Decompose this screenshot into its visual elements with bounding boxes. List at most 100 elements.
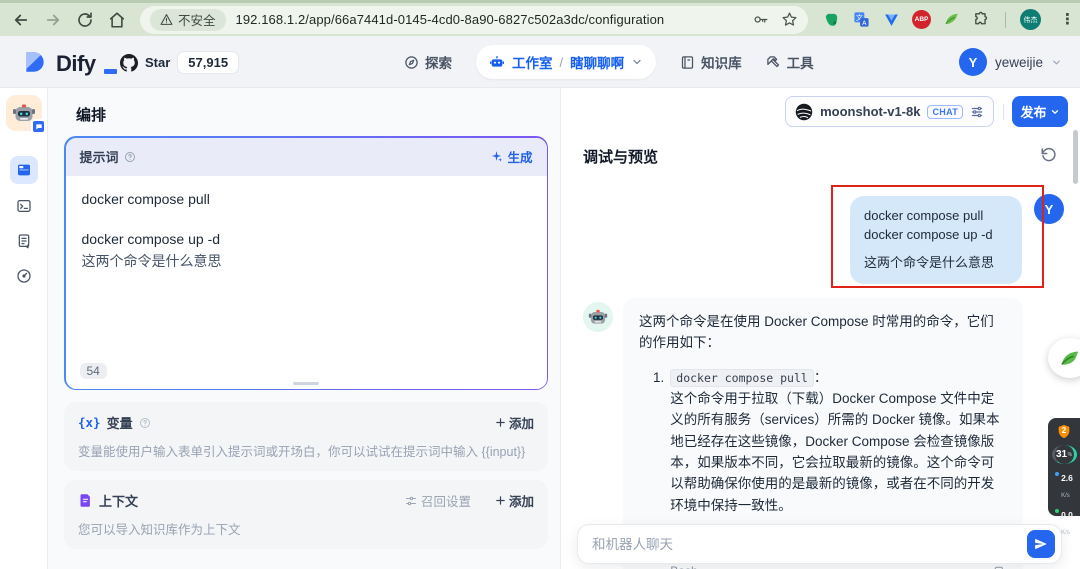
user-message-bubble: docker compose pull docker compose up -d…	[850, 196, 1022, 284]
add-variable-button[interactable]: 添加	[495, 413, 534, 432]
app-header: Dify Star 57,915 探索 工作室 / 瞎聊聊啊 知识库 工具 Y …	[0, 36, 1080, 88]
prompt-line: docker compose pull	[82, 190, 531, 208]
rail-orchestrate-button[interactable]	[10, 156, 38, 184]
evernote-extension-icon[interactable]	[822, 10, 841, 29]
browser-menu-icon[interactable]: ⋮	[1060, 12, 1075, 27]
left-rail	[0, 88, 48, 569]
model-params-sliders-icon[interactable]	[970, 105, 984, 119]
nav-knowledge[interactable]: 知识库	[680, 52, 742, 72]
debug-preview-panel: moonshot-v1-8k CHAT 发布 调试与预览 docker comp…	[560, 88, 1080, 569]
download-value: 2.6	[1061, 473, 1073, 483]
cpu-value: 31	[1056, 449, 1067, 460]
context-title: 上下文	[99, 491, 138, 510]
svg-text:A: A	[862, 19, 867, 27]
reload-icon[interactable]	[76, 11, 94, 29]
browser-profile-avatar[interactable]: 伟杰	[1020, 9, 1041, 30]
prompt-card-header: 提示词 生成	[66, 138, 547, 176]
github-star-button[interactable]: Star 57,915	[120, 51, 239, 74]
nav-knowledge-label: 知识库	[701, 52, 742, 72]
star-count: 57,915	[177, 51, 239, 74]
main-nav: 探索 工作室 / 瞎聊聊啊 知识库 工具	[404, 36, 814, 88]
logo-underscore	[104, 69, 117, 74]
hammer-icon	[766, 55, 781, 70]
dify-logo[interactable]: Dify	[22, 49, 117, 75]
back-icon[interactable]	[12, 11, 30, 29]
model-type-badge: CHAT	[927, 105, 963, 119]
model-name: moonshot-v1-8k	[820, 104, 920, 119]
user-message-line: docker compose pull	[864, 207, 1008, 226]
rail-logs-button[interactable]	[10, 227, 38, 255]
send-button[interactable]	[1027, 530, 1055, 558]
orchestrate-window-icon	[16, 162, 32, 178]
bookmark-star-icon[interactable]	[781, 11, 798, 28]
add-variable-label: 添加	[509, 413, 534, 432]
variables-icon: {x}	[78, 415, 101, 430]
model-selector[interactable]: moonshot-v1-8k CHAT	[785, 96, 994, 127]
nav-tools[interactable]: 工具	[766, 52, 814, 72]
inline-code: docker compose pull	[670, 369, 814, 387]
breadcrumb-separator: /	[560, 55, 564, 70]
home-icon[interactable]	[108, 11, 126, 29]
toolbar-divider	[1003, 104, 1004, 120]
scrollbar-thumb[interactable]	[1073, 130, 1078, 184]
prompt-card: 提示词 生成 docker compose pull docker compos…	[64, 136, 548, 390]
nav-explore[interactable]: 探索	[404, 52, 452, 72]
recall-settings-label: 召回设置	[421, 491, 471, 510]
chat-input-bar	[577, 524, 1062, 564]
gauge-compass-icon	[16, 268, 32, 284]
insecure-chip[interactable]: 不安全	[150, 9, 226, 31]
moonshot-logo-icon	[795, 103, 813, 121]
url-text[interactable]: 192.168.1.2/app/66a7441d-0145-4cd0-8a90-…	[236, 12, 746, 27]
leaf-icon	[1059, 347, 1080, 369]
list-colon: ：	[814, 370, 828, 385]
nav-explore-label: 探索	[425, 52, 452, 72]
plus-icon	[495, 417, 506, 428]
app-avatar[interactable]	[6, 95, 42, 131]
rail-monitoring-button[interactable]	[10, 262, 38, 290]
warning-icon	[160, 13, 173, 26]
alert-count: 2	[1056, 426, 1072, 435]
chevron-down-icon	[1050, 107, 1060, 117]
nav-tools-label: 工具	[787, 52, 814, 72]
copy-icon[interactable]	[993, 565, 1007, 569]
chevron-down-icon[interactable]	[631, 56, 643, 68]
address-bar[interactable]: 不安全 192.168.1.2/app/66a7441d-0145-4cd0-8…	[140, 6, 808, 34]
rail-api-button[interactable]	[10, 192, 38, 220]
password-key-icon[interactable]	[752, 11, 769, 28]
account-menu[interactable]: Y yeweijie	[959, 48, 1062, 76]
publish-label: 发布	[1020, 102, 1046, 121]
forward-icon[interactable]	[44, 11, 62, 29]
github-icon	[120, 54, 138, 72]
generate-button[interactable]: 生成	[490, 147, 532, 166]
context-section: 上下文 召回设置 添加 您可以导入知识库作为上下文	[64, 480, 548, 549]
info-icon[interactable]	[124, 151, 136, 163]
extensions-row: 文A ABP 伟杰 ⋮	[822, 9, 1075, 30]
nav-studio-active[interactable]: 工作室 / 瞎聊聊啊	[476, 45, 656, 79]
user-message-avatar: Y	[1034, 194, 1064, 224]
robot-icon	[489, 54, 505, 70]
adblock-extension-icon[interactable]: ABP	[912, 10, 931, 29]
prompt-textarea[interactable]: docker compose pull docker compose up -d…	[66, 176, 547, 271]
bird-extension-icon[interactable]	[942, 10, 961, 29]
chat-input[interactable]	[592, 537, 1027, 552]
system-monitor-widget[interactable]: 2 31% 2.6K/s 0.0K/s	[1048, 418, 1080, 516]
add-context-button[interactable]: 添加	[495, 491, 534, 510]
security-shield-icon: 2	[1056, 423, 1072, 440]
star-label: Star	[145, 55, 170, 70]
current-app-name[interactable]: 瞎聊聊啊	[570, 52, 624, 72]
logs-document-icon	[16, 233, 32, 249]
restart-conversation-icon[interactable]	[1040, 146, 1058, 164]
upload-unit: K/s	[1061, 530, 1070, 536]
user-name: yeweijie	[995, 55, 1043, 70]
translate-extension-icon[interactable]: 文A	[852, 10, 871, 29]
v-extension-icon[interactable]	[882, 10, 901, 29]
add-context-label: 添加	[509, 491, 534, 510]
publish-button[interactable]: 发布	[1012, 96, 1068, 127]
info-icon[interactable]	[139, 417, 151, 429]
extensions-puzzle-icon[interactable]	[972, 10, 991, 29]
context-document-icon	[78, 493, 93, 508]
recall-settings-button[interactable]: 召回设置	[405, 491, 471, 510]
debug-title: 调试与预览	[583, 146, 658, 167]
upload-speed: 0.0K/s	[1055, 506, 1073, 538]
resize-handle[interactable]	[293, 382, 319, 385]
